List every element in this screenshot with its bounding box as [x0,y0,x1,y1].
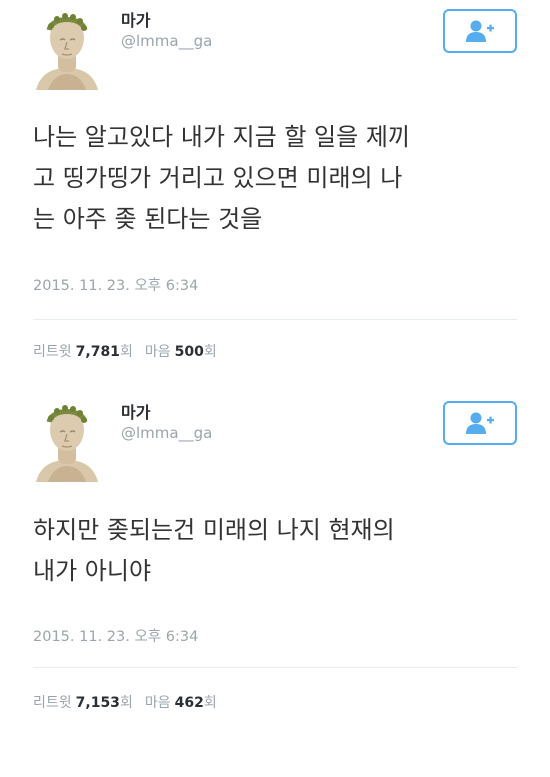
like-count[interactable]: 462 [175,695,204,711]
bust-avatar-icon [36,405,98,482]
follow-user-icon [466,412,494,434]
retweet-label[interactable]: 리트윗 [33,341,72,361]
like-count[interactable]: 500 [175,344,204,360]
like-label[interactable]: 마음 [145,692,171,712]
retweet-label[interactable]: 리트윗 [33,692,72,712]
author-handle[interactable]: @lmma__ga [121,424,212,442]
retweet-unit: 회 [119,695,133,711]
avatar[interactable] [34,4,100,90]
like-unit: 회 [203,344,217,360]
author-handle[interactable]: @lmma__ga [121,32,212,50]
retweet-count[interactable]: 7,781 [76,344,120,360]
bust-avatar-icon [36,13,98,90]
divider [33,319,517,320]
author-name[interactable]: 마가 [121,399,150,423]
tweet-stats: 리트윗 7,153 회 마음 462 회 [33,692,217,712]
avatar[interactable] [34,396,100,482]
like-label[interactable]: 마음 [145,341,171,361]
divider [33,667,517,668]
tweet-stats: 리트윗 7,781 회 마음 500 회 [33,341,217,361]
tweet-timestamp[interactable]: 2015. 11. 23. 오후 6:34 [33,625,198,646]
follow-button[interactable] [443,401,517,445]
tweet-text: 나는 알고있다 내가 지금 할 일을 제끼 고 띵가띵가 거리고 있으면 미래의… [33,123,410,233]
tweet-timestamp[interactable]: 2015. 11. 23. 오후 6:34 [33,274,198,295]
like-unit: 회 [203,695,217,711]
follow-user-icon [466,20,494,42]
tweet-text: 하지만 좆되는건 미래의 나지 현재의 내가 아니야 [33,516,395,585]
follow-button[interactable] [443,9,517,53]
retweet-unit: 회 [119,344,133,360]
retweet-count[interactable]: 7,153 [76,695,120,711]
author-name[interactable]: 마가 [121,7,150,31]
